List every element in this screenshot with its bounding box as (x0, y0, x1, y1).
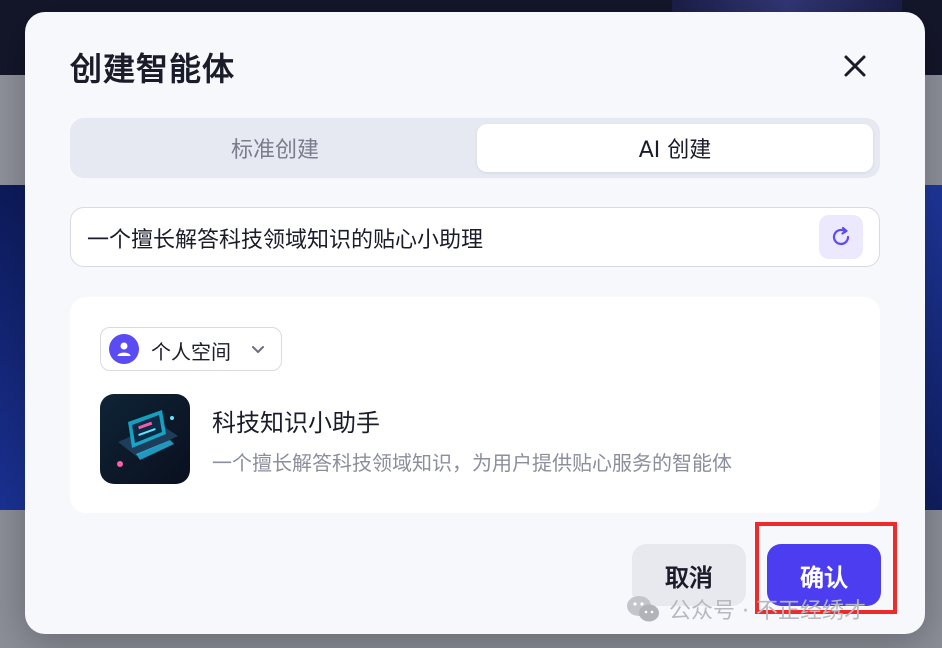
prompt-field (70, 207, 880, 268)
agent-name: 科技知识小助手 (212, 409, 380, 437)
dialog-title: 创建智能体 (70, 50, 236, 88)
space-label: 个人空间 (151, 340, 231, 364)
confirm-button[interactable]: 确认 (767, 544, 881, 606)
agent-avatar (100, 394, 190, 484)
close-button[interactable] (837, 48, 873, 84)
cancel-button[interactable]: 取消 (632, 544, 746, 606)
agent-preview-card: 个人空间 科技知识小助手 一个擅长解答科技领域知识，为用户提供贴心服务的智能体 (70, 297, 880, 513)
tab-standard-create[interactable]: 标准创建 (76, 124, 474, 172)
prompt-input[interactable] (85, 208, 809, 268)
create-agent-dialog: 创建智能体 标准创建 AI 创建 个人空间 (25, 12, 925, 634)
regenerate-button[interactable] (819, 215, 863, 259)
chevron-down-icon (252, 346, 264, 353)
agent-description: 一个擅长解答科技领域知识，为用户提供贴心服务的智能体 (212, 451, 732, 475)
space-selector[interactable]: 个人空间 (100, 327, 282, 371)
create-mode-tabs: 标准创建 AI 创建 (70, 118, 880, 178)
close-icon (844, 55, 866, 77)
refresh-icon (832, 226, 850, 246)
tab-ai-create[interactable]: AI 创建 (477, 124, 873, 172)
user-icon (109, 334, 139, 364)
